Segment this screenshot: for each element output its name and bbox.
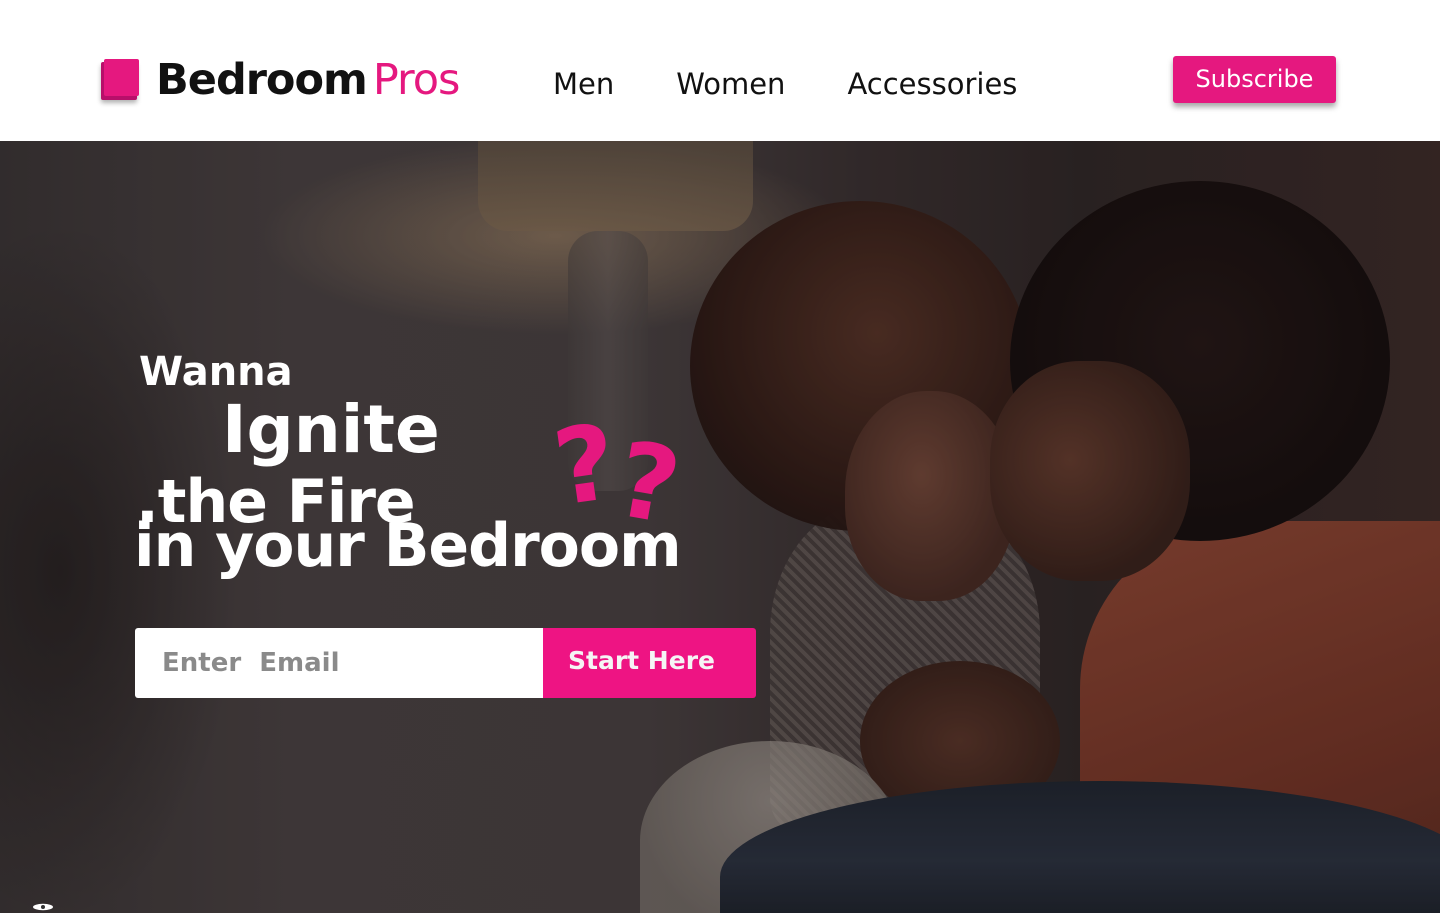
- headline-line-2: Ignite: [222, 391, 440, 468]
- nav-item-women[interactable]: Women: [676, 66, 785, 102]
- brand-name-primary: Bedroom: [156, 55, 368, 105]
- brand-name: Bedroom Pros: [156, 54, 461, 106]
- site-header: Bedroom Pros Men Women Accessories Subscr…: [0, 0, 1440, 141]
- start-here-button[interactable]: Start Here: [543, 628, 756, 698]
- nav-item-men[interactable]: Men: [553, 66, 614, 102]
- eye-icon[interactable]: [32, 903, 54, 911]
- email-signup-form: Start Here: [135, 628, 756, 698]
- main-nav: Men Women Accessories: [553, 66, 1017, 102]
- nav-item-accessories[interactable]: Accessories: [847, 66, 1017, 102]
- brand-name-secondary: Pros: [372, 55, 461, 105]
- subscribe-button[interactable]: Subscribe: [1173, 56, 1336, 103]
- brand-logo[interactable]: Bedroom Pros: [98, 54, 461, 106]
- email-input[interactable]: [135, 628, 543, 698]
- hero-section: Wanna Ignite .the Fire in your Bedroom ?…: [0, 141, 1440, 913]
- logo-squares-icon: [98, 57, 142, 103]
- headline-line-1: Wanna: [139, 349, 293, 395]
